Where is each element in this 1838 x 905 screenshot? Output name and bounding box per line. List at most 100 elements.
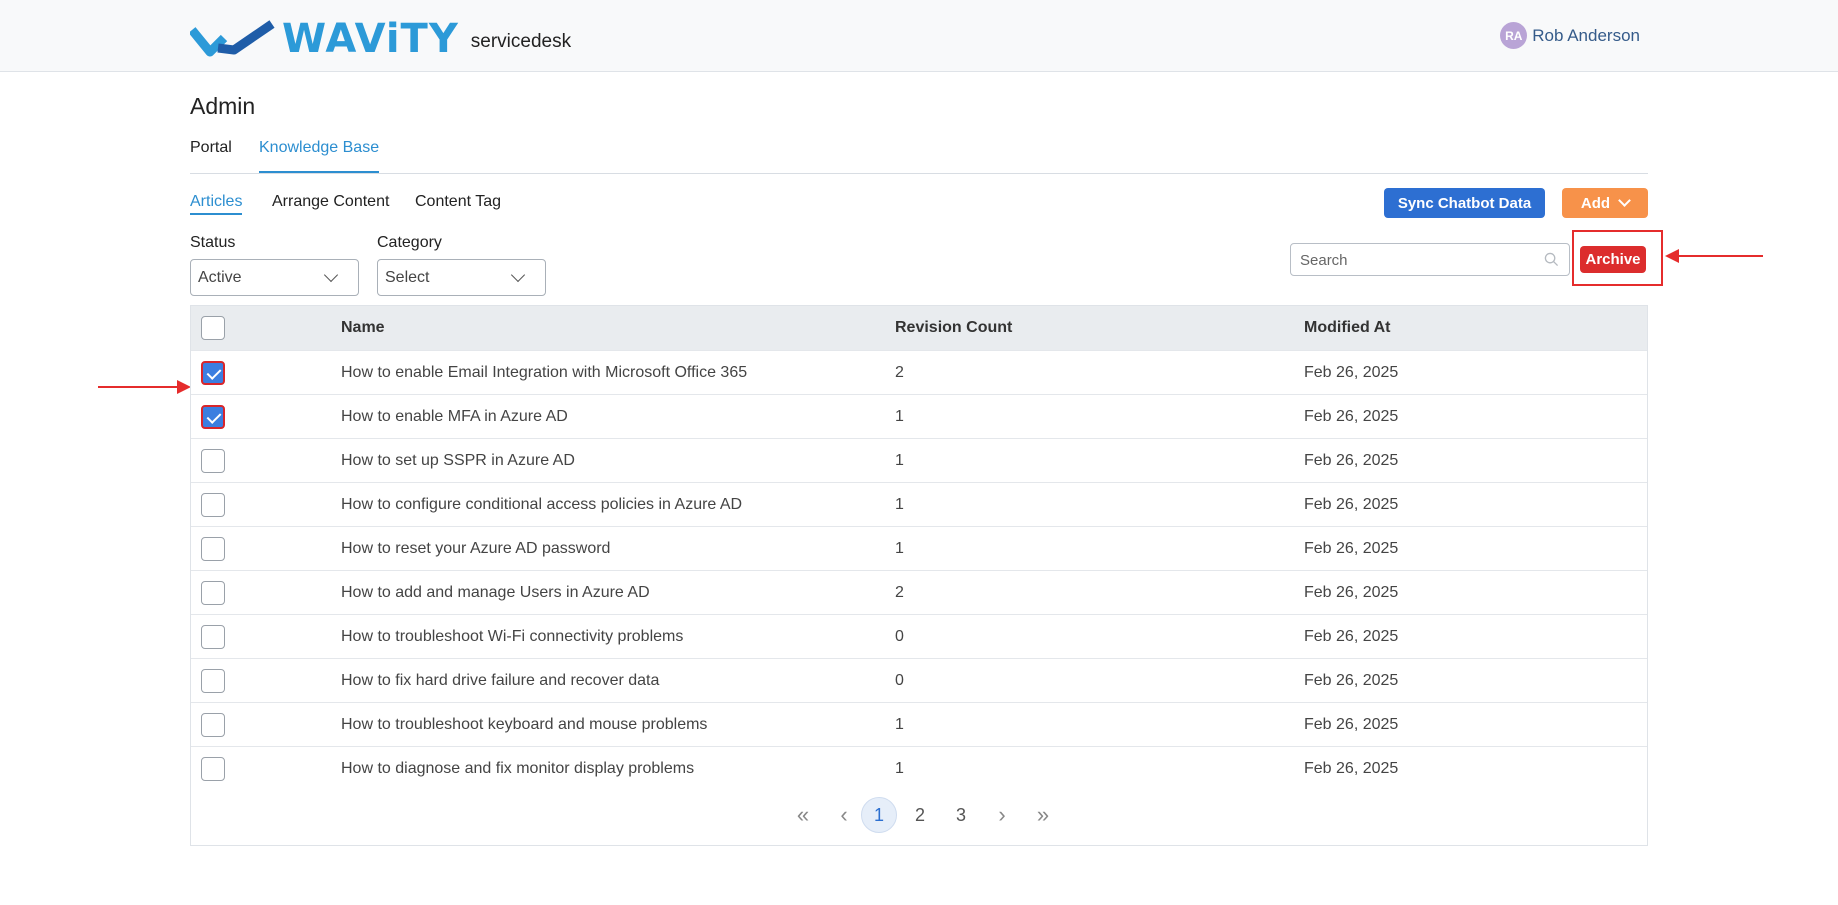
revision-count: 1 bbox=[895, 716, 904, 733]
next-page-icon[interactable]: › bbox=[984, 797, 1020, 833]
revision-count: 0 bbox=[895, 672, 904, 689]
modified-at: Feb 26, 2025 bbox=[1304, 672, 1399, 689]
chevron-down-icon bbox=[323, 267, 339, 283]
table-row[interactable]: How to enable Email Integration with Mic… bbox=[191, 350, 1647, 394]
row-checkbox[interactable] bbox=[201, 537, 225, 561]
article-name[interactable]: How to set up SSPR in Azure AD bbox=[341, 452, 575, 470]
sync-button-label: Sync Chatbot Data bbox=[1397, 194, 1532, 212]
tab-knowledge-base[interactable]: Knowledge Base bbox=[259, 139, 380, 173]
row-checkbox[interactable] bbox=[201, 713, 225, 737]
status-select-value: Active bbox=[198, 269, 242, 286]
table-row[interactable]: How to add and manage Users in Azure AD 2… bbox=[191, 570, 1647, 614]
page-button-3[interactable]: 3 bbox=[943, 797, 979, 833]
add-button-label: Add bbox=[1580, 194, 1611, 212]
column-header-modified-at[interactable]: Modified At bbox=[1304, 319, 1391, 337]
modified-at: Feb 26, 2025 bbox=[1304, 760, 1399, 777]
modified-at: Feb 26, 2025 bbox=[1304, 364, 1399, 381]
page-button-2[interactable]: 2 bbox=[902, 797, 938, 833]
row-checkbox[interactable] bbox=[201, 449, 225, 473]
table-row[interactable]: How to enable MFA in Azure AD 1 Feb 26, 20… bbox=[191, 394, 1647, 438]
chevron-down-icon bbox=[510, 267, 526, 283]
search-icon bbox=[1544, 252, 1559, 267]
article-name[interactable]: How to add and manage Users in Azure AD bbox=[341, 584, 650, 602]
row-checkbox[interactable] bbox=[201, 757, 225, 781]
top-bar: WAViTY servicedesk RA Rob Anderson bbox=[0, 0, 1838, 72]
article-name[interactable]: How to reset your Azure AD password bbox=[341, 540, 610, 558]
search-placeholder: Search bbox=[1300, 252, 1348, 269]
revision-count: 0 bbox=[895, 628, 904, 645]
table-row[interactable]: How to diagnose and fix monitor display … bbox=[191, 746, 1647, 790]
article-name[interactable]: How to troubleshoot keyboard and mouse p… bbox=[341, 716, 707, 734]
table-row[interactable]: How to fix hard drive failure and recove… bbox=[191, 658, 1647, 702]
archive-button[interactable]: Archive bbox=[1580, 246, 1646, 273]
table-row[interactable]: How to reset your Azure AD password 1 Feb … bbox=[191, 526, 1647, 570]
table-row[interactable]: How to set up SSPR in Azure AD 1 Feb 26, 2… bbox=[191, 438, 1647, 482]
search-input[interactable]: Search bbox=[1290, 243, 1570, 276]
category-select-value: Select bbox=[385, 269, 430, 286]
revision-count: 1 bbox=[895, 540, 904, 557]
revision-count: 1 bbox=[895, 452, 904, 469]
last-page-icon[interactable]: » bbox=[1025, 797, 1061, 833]
sync-chatbot-data-button[interactable]: Sync Chatbot Data bbox=[1384, 188, 1545, 218]
user-menu[interactable]: RA Rob Anderson bbox=[1500, 22, 1640, 49]
article-name[interactable]: How to troubleshoot Wi-Fi connectivity p… bbox=[341, 628, 683, 646]
category-label: Category bbox=[377, 234, 442, 251]
article-name[interactable]: How to diagnose and fix monitor display … bbox=[341, 760, 694, 778]
user-name: Rob Anderson bbox=[1532, 25, 1640, 45]
logo-check-icon bbox=[190, 20, 275, 57]
row-checkbox[interactable] bbox=[201, 581, 225, 605]
subtab-articles[interactable]: Articles bbox=[190, 193, 243, 215]
modified-at: Feb 26, 2025 bbox=[1304, 628, 1399, 645]
revision-count: 2 bbox=[895, 584, 904, 601]
table-row[interactable]: How to troubleshoot Wi-Fi connectivity p… bbox=[191, 614, 1647, 658]
annotation-arrow-archive bbox=[1665, 249, 1763, 263]
revision-count: 1 bbox=[895, 760, 904, 777]
revision-count: 2 bbox=[895, 364, 904, 381]
status-select[interactable]: Active bbox=[190, 259, 359, 296]
select-all-checkbox[interactable] bbox=[201, 316, 225, 340]
pagination: « ‹ 1 2 3 › » bbox=[191, 797, 1647, 833]
row-checkbox[interactable] bbox=[201, 669, 225, 693]
category-select[interactable]: Select bbox=[377, 259, 546, 296]
row-checkbox[interactable] bbox=[201, 405, 225, 429]
chevron-down-icon bbox=[1618, 194, 1631, 207]
revision-count: 1 bbox=[895, 408, 904, 425]
row-checkbox[interactable] bbox=[201, 625, 225, 649]
table-body: How to enable Email Integration with Mic… bbox=[191, 350, 1647, 790]
brand-logo[interactable]: WAViTY servicedesk bbox=[190, 16, 571, 62]
tab-portal[interactable]: Portal bbox=[190, 139, 232, 171]
page-title: Admin bbox=[190, 93, 256, 119]
modified-at: Feb 26, 2025 bbox=[1304, 496, 1399, 513]
column-header-revision-count[interactable]: Revision Count bbox=[895, 319, 1012, 337]
subtab-arrange-content[interactable]: Arrange Content bbox=[272, 193, 389, 211]
column-header-name[interactable]: Name bbox=[341, 319, 385, 337]
row-checkbox[interactable] bbox=[201, 493, 225, 517]
article-name[interactable]: How to configure conditional access poli… bbox=[341, 496, 742, 514]
article-name[interactable]: How to fix hard drive failure and recove… bbox=[341, 672, 659, 690]
prev-page-icon[interactable]: ‹ bbox=[826, 797, 862, 833]
main-tabs: Portal Knowledge Base bbox=[190, 137, 1648, 174]
modified-at: Feb 26, 2025 bbox=[1304, 584, 1399, 601]
page-button-1[interactable]: 1 bbox=[861, 797, 897, 833]
article-name[interactable]: How to enable Email Integration with Mic… bbox=[341, 364, 747, 382]
product-name: servicedesk bbox=[470, 31, 572, 52]
articles-table: Name Revision Count Modified At How to e… bbox=[190, 305, 1648, 846]
arrow-head-icon bbox=[177, 380, 191, 394]
modified-at: Feb 26, 2025 bbox=[1304, 716, 1399, 733]
row-checkbox[interactable] bbox=[201, 361, 225, 385]
annotation-arrow-checkbox bbox=[98, 380, 191, 394]
archive-button-label: Archive bbox=[1585, 251, 1641, 268]
subtab-content-tag[interactable]: Content Tag bbox=[415, 193, 501, 211]
table-row[interactable]: How to troubleshoot keyboard and mouse p… bbox=[191, 702, 1647, 746]
status-label: Status bbox=[190, 234, 236, 251]
arrow-head-icon bbox=[1665, 249, 1679, 263]
modified-at: Feb 26, 2025 bbox=[1304, 452, 1399, 469]
table-row[interactable]: How to configure conditional access poli… bbox=[191, 482, 1647, 526]
avatar: RA bbox=[1500, 22, 1528, 49]
add-button[interactable]: Add bbox=[1562, 188, 1648, 218]
article-name[interactable]: How to enable MFA in Azure AD bbox=[341, 408, 568, 426]
revision-count: 1 bbox=[895, 496, 904, 513]
first-page-icon[interactable]: « bbox=[785, 797, 821, 833]
brand-name: WAViTY bbox=[282, 16, 459, 62]
modified-at: Feb 26, 2025 bbox=[1304, 408, 1399, 425]
